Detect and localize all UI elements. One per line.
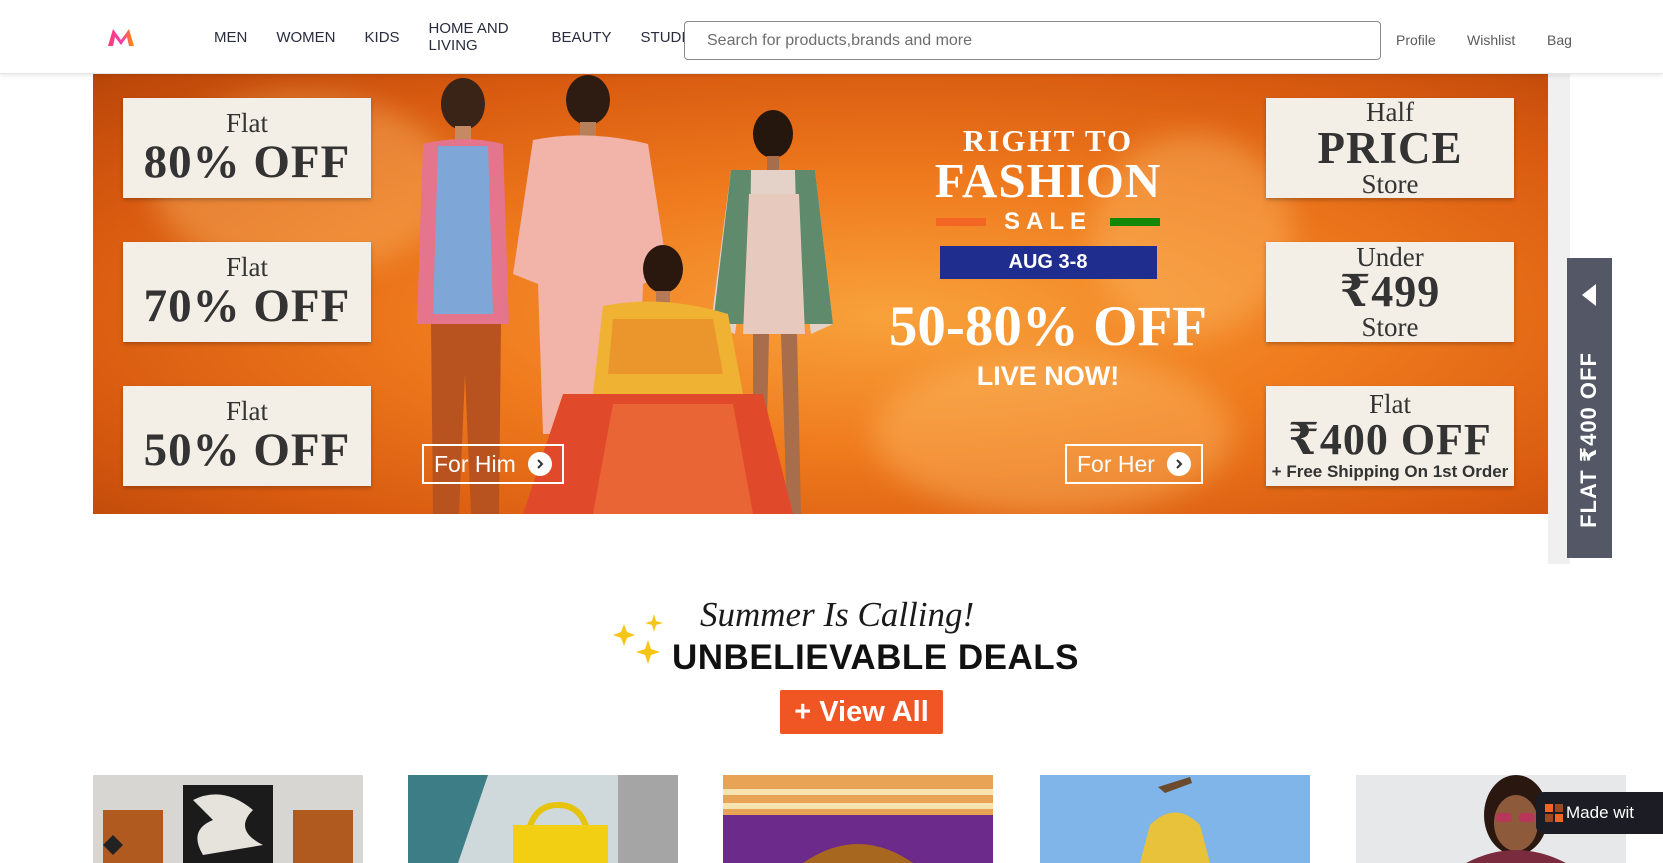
- flat-400-off-card[interactable]: Flat ₹400 OFF + Free Shipping On 1st Ord…: [1266, 386, 1514, 486]
- deal-tile[interactable]: [1040, 775, 1310, 863]
- card-store: Store: [1361, 312, 1419, 342]
- flat-70-off-card[interactable]: Flat 70% OFF: [123, 242, 371, 342]
- hero-banner[interactable]: Flat 80% OFF Flat 70% OFF Flat 50% OFF R…: [93, 74, 1548, 514]
- card-label: Flat: [225, 108, 268, 138]
- card-value: 80% OFF: [143, 136, 351, 188]
- nav-home-and-living[interactable]: HOME AND LIVING: [429, 20, 523, 54]
- sale-title: FASHION: [934, 153, 1162, 208]
- search-placeholder: Search for products,brands and more: [707, 31, 973, 49]
- wishlist-link[interactable]: Wishlist: [1467, 32, 1515, 48]
- card-value: PRICE: [1317, 123, 1463, 173]
- for-him-button[interactable]: For Him: [422, 444, 564, 484]
- flat-400-off-side-tab[interactable]: FLAT ₹400 OFF: [1567, 258, 1612, 558]
- made-with-label: Made wit: [1566, 803, 1635, 822]
- deal-tile[interactable]: [93, 775, 363, 863]
- card-note: + Free Shipping On 1st Order: [1271, 462, 1509, 481]
- sale-headline: RIGHT TO FASHION SALE AUG 3-8 50-80% OFF…: [883, 124, 1213, 392]
- nav-women[interactable]: WOMEN: [276, 29, 335, 46]
- card-label: Half: [1366, 97, 1414, 127]
- card-value: 50% OFF: [143, 424, 351, 476]
- sale-word: SALE: [1003, 208, 1092, 235]
- sale-date-badge: AUG 3-8: [939, 246, 1157, 279]
- outdoor-fashion-image: [1040, 775, 1310, 863]
- builder-logo-icon: [1545, 804, 1563, 822]
- bag-link[interactable]: Bag: [1547, 32, 1572, 48]
- card-label: Flat: [225, 396, 268, 426]
- wall-art-image: [93, 775, 363, 863]
- deal-tile[interactable]: [408, 775, 678, 863]
- chevron-right-icon: [1166, 452, 1191, 476]
- nav-beauty[interactable]: BEAUTY: [552, 29, 612, 46]
- sale-discount: 50-80% OFF: [888, 295, 1208, 358]
- card-label: Flat: [225, 252, 268, 282]
- side-tab-label: FLAT ₹400 OFF: [1576, 352, 1601, 528]
- section-title: UNBELIEVABLE DEALS: [672, 638, 1079, 677]
- handbag-image: [408, 775, 678, 863]
- main-nav: MEN WOMEN KIDS HOME AND LIVING BEAUTY ST…: [214, 0, 726, 74]
- flat-80-off-card[interactable]: Flat 80% OFF: [123, 98, 371, 198]
- for-her-label: For Her: [1077, 450, 1155, 477]
- nav-men[interactable]: MEN: [214, 29, 247, 46]
- card-label: Flat: [1368, 389, 1411, 419]
- card-value: ₹400 OFF: [1288, 415, 1492, 464]
- card-value: ₹499: [1339, 267, 1441, 316]
- nav-kids[interactable]: KIDS: [365, 29, 400, 46]
- profile-link[interactable]: Profile: [1396, 32, 1436, 48]
- made-with-badge[interactable]: Made wit: [1536, 792, 1663, 834]
- sparkle-icon: [613, 614, 663, 664]
- view-all-button[interactable]: + View All: [780, 690, 943, 734]
- saffron-bar: [935, 218, 986, 226]
- under-499-store-card[interactable]: Under ₹499 Store: [1266, 242, 1514, 342]
- deal-tile[interactable]: [723, 775, 993, 863]
- for-him-label: For Him: [434, 450, 516, 477]
- search-input[interactable]: Search for products,brands and more: [684, 21, 1381, 60]
- half-price-store-card[interactable]: Half PRICE Store: [1266, 98, 1514, 198]
- card-store: Store: [1361, 169, 1419, 199]
- myntra-logo-icon[interactable]: [106, 26, 136, 48]
- for-her-button[interactable]: For Her: [1065, 444, 1203, 484]
- festive-decor-image: [723, 775, 993, 863]
- card-value: 70% OFF: [143, 280, 351, 332]
- sale-live: LIVE NOW!: [976, 361, 1120, 391]
- chevron-left-icon: [1582, 284, 1596, 306]
- chevron-right-icon: [527, 452, 552, 476]
- section-subtitle: Summer Is Calling!: [700, 595, 975, 634]
- top-header: MEN WOMEN KIDS HOME AND LIVING BEAUTY ST…: [0, 0, 1663, 74]
- flat-50-off-card[interactable]: Flat 50% OFF: [123, 386, 371, 486]
- sale-word-row: SALE: [883, 208, 1213, 236]
- green-bar: [1110, 218, 1160, 226]
